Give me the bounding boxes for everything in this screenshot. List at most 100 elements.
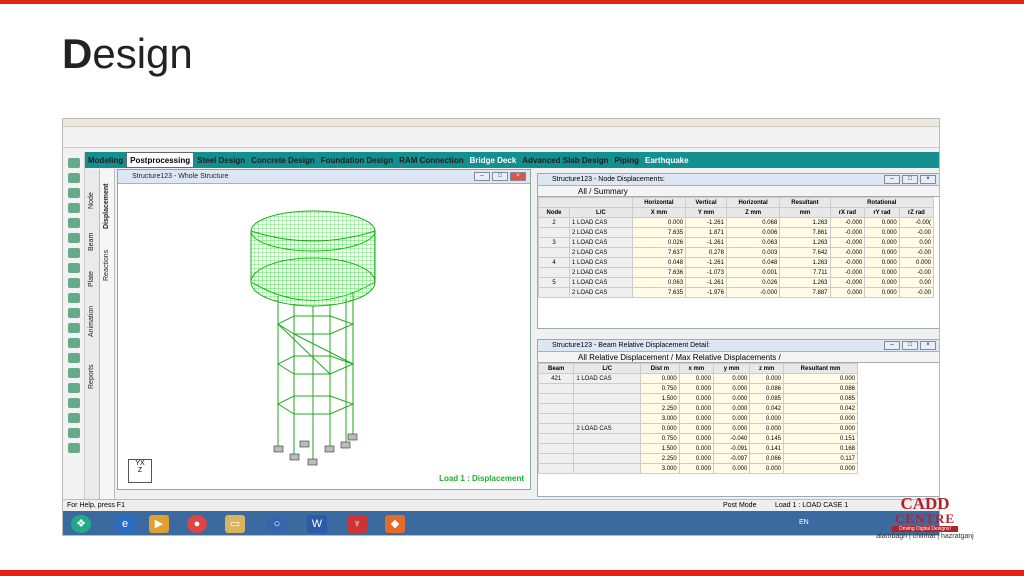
tool-icon[interactable] <box>68 338 80 348</box>
tool-icon[interactable] <box>68 323 80 333</box>
vtab-beam[interactable]: Beam <box>88 233 95 251</box>
tool-icon[interactable] <box>68 203 80 213</box>
table-row[interactable]: 3.000 0.000 0.000 0.000 0.000 <box>538 463 858 474</box>
close-icon[interactable]: × <box>920 341 936 350</box>
restore-icon[interactable]: □ <box>492 172 508 181</box>
table-row[interactable]: 3.000 0.000 0.000 0.000 0.000 <box>538 413 858 424</box>
column-header[interactable]: Beam <box>538 363 575 374</box>
table-cell <box>573 433 642 444</box>
column-header[interactable]: rY rad <box>864 207 900 218</box>
tab-modeling[interactable]: Modeling <box>85 156 126 165</box>
chrome-icon[interactable]: ● <box>187 515 207 533</box>
close-icon[interactable]: × <box>510 172 526 181</box>
tool-icon[interactable] <box>68 158 80 168</box>
column-header[interactable]: X mm <box>631 207 687 218</box>
table-row[interactable]: 21 LOAD CAS 0.000 -1.261 0.068 1.263 -0.000 0.… <box>538 217 935 228</box>
node-grid-tabs[interactable]: All / Summary <box>538 186 939 197</box>
vtab-displacement[interactable]: Displacement <box>103 183 110 229</box>
column-header[interactable]: x mm <box>678 363 714 374</box>
minimize-icon[interactable]: – <box>474 172 490 181</box>
word-icon[interactable]: W <box>307 515 327 533</box>
tool-icon[interactable] <box>68 233 80 243</box>
tool-icon[interactable] <box>68 368 80 378</box>
tab-bridge-deck[interactable]: Bridge Deck <box>467 156 520 165</box>
tab-advanced-slab-design[interactable]: Advanced Slab Design <box>519 156 611 165</box>
tool-icon[interactable] <box>68 248 80 258</box>
vtab-node[interactable]: Node <box>88 192 95 209</box>
tool-icon[interactable] <box>68 173 80 183</box>
table-cell: 3.000 <box>640 413 680 424</box>
beam-grid-tabs[interactable]: All Relative Displacement / Max Relative… <box>538 352 939 363</box>
table-row[interactable]: 31 LOAD CAS 0.026 -1.261 0.063 1.263 -0.000 0.… <box>538 237 935 248</box>
table-row[interactable]: 421 1 LOAD CAS 0.000 0.000 0.000 0.000 0.000 <box>538 373 858 384</box>
column-header[interactable]: L/C <box>569 207 633 218</box>
table-cell: 0.042 <box>749 403 785 414</box>
close-icon[interactable]: × <box>920 175 936 184</box>
tab-concrete-design[interactable]: Concrete Design <box>248 156 318 165</box>
table-row[interactable]: 2.250 0.000 0.000 0.042 0.042 <box>538 403 858 414</box>
table-row[interactable]: 1.500 0.000 -0.091 0.141 0.168 <box>538 443 858 454</box>
table-row[interactable]: 0.750 0.000 0.000 0.086 0.086 <box>538 383 858 394</box>
column-header[interactable]: Node <box>538 207 571 218</box>
browser-icon[interactable]: ○ <box>267 515 287 533</box>
staad-icon[interactable]: ♆ <box>347 515 367 533</box>
tab-postprocessing[interactable]: Postprocessing <box>126 152 195 168</box>
column-header[interactable]: y mm <box>712 363 751 374</box>
tool-icon[interactable] <box>68 428 80 438</box>
column-header[interactable]: Y mm <box>685 207 727 218</box>
tool-icon[interactable] <box>68 383 80 393</box>
table-row[interactable]: 2.250 0.000 -0.097 0.066 0.117 <box>538 453 858 464</box>
vtab-animation[interactable]: Animation <box>88 306 95 337</box>
table-row[interactable]: 2 LOAD CAS 7.637 0.278 0.003 7.642 -0.000 0.00… <box>538 247 935 258</box>
table-cell: 0.086 <box>749 383 785 394</box>
vtab-reports[interactable]: Reports <box>88 364 95 389</box>
minimize-icon[interactable]: – <box>884 175 900 184</box>
internet-explorer-icon[interactable]: e <box>115 515 135 533</box>
table-row[interactable]: 2 LOAD CAS 7.635 -1.976 -0.000 7.887 0.000 0.0… <box>538 287 935 298</box>
minimize-icon[interactable]: – <box>884 341 900 350</box>
language-indicator[interactable]: EN <box>799 519 809 526</box>
vtab-reactions[interactable]: Reactions <box>103 250 110 281</box>
media-player-icon[interactable]: ▶ <box>149 515 169 533</box>
table-row[interactable]: 1.500 0.000 0.000 0.085 0.085 <box>538 393 858 404</box>
tab-piping[interactable]: Piping <box>612 156 642 165</box>
tool-icon[interactable] <box>68 353 80 363</box>
start-orb-icon[interactable]: ❖ <box>71 515 91 533</box>
tab-foundation-design[interactable]: Foundation Design <box>318 156 396 165</box>
tab-steel-design[interactable]: Steel Design <box>194 156 248 165</box>
folder-icon[interactable]: ▭ <box>225 515 245 533</box>
table-row[interactable]: 2 LOAD CAS 7.635 1.871 0.006 7.861 -0.000 0.00… <box>538 227 935 238</box>
table-row[interactable]: 41 LOAD CAS 0.048 -1.261 0.048 1.263 -0.000 0.… <box>538 257 935 268</box>
column-header[interactable]: rZ rad <box>898 207 935 218</box>
column-header[interactable]: z mm <box>749 363 785 374</box>
table-row[interactable]: 0.750 0.000 -0.040 0.145 0.151 <box>538 433 858 444</box>
table-row[interactable]: 2 LOAD CAS 7.636 -1.073 0.001 7.711 -0.000 0.0… <box>538 267 935 278</box>
tool-icon[interactable] <box>68 398 80 408</box>
structure-viewport[interactable]: Structure123 - Whole Structure – □ × YX … <box>117 169 531 490</box>
tool-icon[interactable] <box>68 278 80 288</box>
tool-icon[interactable] <box>68 263 80 273</box>
tool-icon[interactable] <box>68 413 80 423</box>
table-cell: 7.642 <box>779 247 831 258</box>
column-header[interactable]: L/C <box>573 363 642 374</box>
column-header[interactable]: Resultant mm <box>783 363 858 374</box>
tab-ram-connection[interactable]: RAM Connection <box>396 156 466 165</box>
tab-earthquake[interactable]: Earthquake <box>642 156 692 165</box>
restore-icon[interactable]: □ <box>902 341 918 350</box>
app-icon[interactable]: ◆ <box>385 515 405 533</box>
tool-icon[interactable] <box>68 443 80 453</box>
vtab-plate[interactable]: Plate <box>88 271 95 287</box>
tool-icon[interactable] <box>68 308 80 318</box>
column-header[interactable]: Z mm <box>725 207 781 218</box>
column-header[interactable]: Dist m <box>640 363 680 374</box>
table-row[interactable]: 51 LOAD CAS 0.063 -1.261 0.026 1.263 -0.000 0.… <box>538 277 935 288</box>
table-cell: 0.145 <box>749 433 785 444</box>
tool-icon[interactable] <box>68 293 80 303</box>
table-cell: 1 LOAD CAS <box>573 373 642 384</box>
tool-icon[interactable] <box>68 218 80 228</box>
column-header[interactable]: mm <box>779 207 831 218</box>
table-row[interactable]: 2 LOAD CAS 0.000 0.000 0.000 0.000 0.000 <box>538 423 858 434</box>
column-header[interactable]: rX rad <box>829 207 866 218</box>
restore-icon[interactable]: □ <box>902 175 918 184</box>
tool-icon[interactable] <box>68 188 80 198</box>
